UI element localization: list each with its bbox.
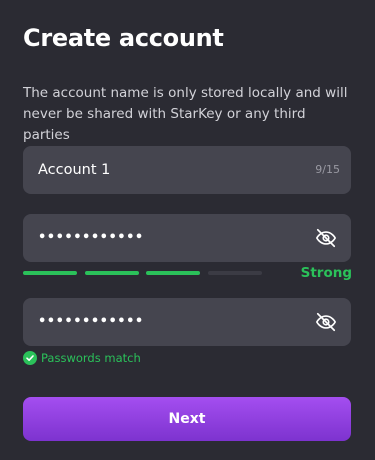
strength-segment	[85, 271, 139, 275]
strength-label: Strong	[300, 265, 352, 281]
account-name-value[interactable]: Account 1	[38, 146, 110, 194]
account-name-field[interactable]: Account 1 9/15	[23, 146, 351, 194]
character-counter: 9/15	[315, 163, 340, 176]
eye-off-icon[interactable]	[315, 227, 337, 249]
passwords-match-status: Passwords match	[23, 350, 141, 366]
strength-segment	[23, 271, 77, 275]
password-field[interactable]: ••••••••••••	[23, 214, 351, 262]
password-strength-meter	[23, 271, 263, 275]
check-circle-icon	[23, 351, 37, 365]
confirm-password-value[interactable]: ••••••••••••	[38, 298, 144, 346]
strength-segment	[208, 271, 262, 275]
passwords-match-text: Passwords match	[41, 351, 141, 365]
strength-segment	[146, 271, 200, 275]
page-title: Create account	[23, 24, 224, 52]
account-description: The account name is only stored locally …	[23, 85, 348, 143]
eye-off-icon[interactable]	[315, 311, 337, 333]
next-button[interactable]: Next	[23, 397, 351, 441]
confirm-password-field[interactable]: ••••••••••••	[23, 298, 351, 346]
password-value[interactable]: ••••••••••••	[38, 214, 144, 262]
